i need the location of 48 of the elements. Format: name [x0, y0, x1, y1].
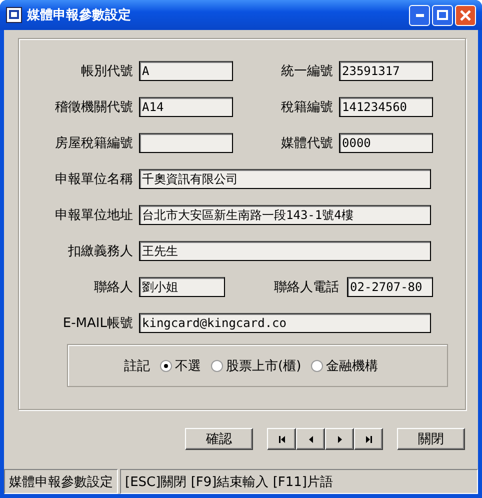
- input-field[interactable]: kingcard@kingcard.co: [139, 313, 431, 333]
- field-label: 扣繳義務人: [67, 243, 133, 260]
- status-text: [ESC]關閉 [F9]結束輸入 [F11]片語: [120, 469, 478, 494]
- field-label: 申報單位名稱: [54, 171, 133, 188]
- minimize-icon: [416, 14, 424, 16]
- next-record-button[interactable]: [325, 428, 354, 450]
- skip-end-icon: [366, 436, 372, 442]
- field-label: E-MAIL帳號: [62, 315, 133, 332]
- remark-label: 註記: [124, 358, 150, 374]
- field-label: 申報單位地址: [54, 207, 133, 224]
- input-field[interactable]: A14: [139, 97, 233, 117]
- radio-option[interactable]: 不選: [160, 356, 201, 374]
- maximize-icon: [437, 10, 448, 20]
- field-label: 房屋稅籍編號: [54, 135, 133, 152]
- field-label: 稽徵機關代號: [54, 99, 133, 116]
- app-icon: [6, 7, 22, 23]
- status-text: 媒體申報參數設定: [4, 469, 118, 494]
- prev-record-button[interactable]: [296, 428, 325, 450]
- input-field[interactable]: A: [139, 61, 233, 81]
- maximize-button[interactable]: [432, 4, 453, 26]
- close-button[interactable]: [455, 4, 476, 26]
- input-field[interactable]: 劉小姐: [139, 277, 225, 297]
- input-field[interactable]: 台北市大安區新生南路一段143-1號4樓: [139, 205, 431, 225]
- input-field[interactable]: 02-2707-80: [347, 277, 433, 297]
- field-label: 媒體代號: [280, 135, 333, 152]
- close-window-button[interactable]: 關閉: [397, 428, 465, 450]
- field-label: 帳別代號: [80, 63, 133, 80]
- input-field[interactable]: 王先生: [139, 241, 431, 261]
- confirm-button[interactable]: 確認: [185, 428, 253, 450]
- window-title: 媒體申報參數設定: [27, 6, 132, 24]
- field-label: 聯絡人電話: [273, 279, 339, 296]
- skip-start-icon: [278, 436, 284, 442]
- input-field[interactable]: 141234560: [339, 97, 433, 117]
- radio-option[interactable]: 股票上市(櫃): [211, 356, 302, 374]
- input-field[interactable]: 0000: [339, 133, 433, 153]
- field-label: 聯絡人: [93, 279, 133, 296]
- field-label: 稅籍編號: [280, 99, 333, 116]
- left-triangle-icon: [308, 436, 312, 442]
- input-field[interactable]: [139, 133, 233, 153]
- field-label: 統一編號: [280, 63, 333, 80]
- right-triangle-icon: [338, 436, 342, 442]
- first-record-button[interactable]: [267, 428, 296, 450]
- input-field[interactable]: 23591317: [339, 61, 433, 81]
- radio-option[interactable]: 金融機構: [311, 356, 378, 374]
- close-icon: [460, 10, 471, 20]
- last-record-button[interactable]: [354, 428, 383, 450]
- minimize-button[interactable]: [409, 4, 430, 26]
- input-field[interactable]: 千奧資訊有限公司: [139, 169, 431, 189]
